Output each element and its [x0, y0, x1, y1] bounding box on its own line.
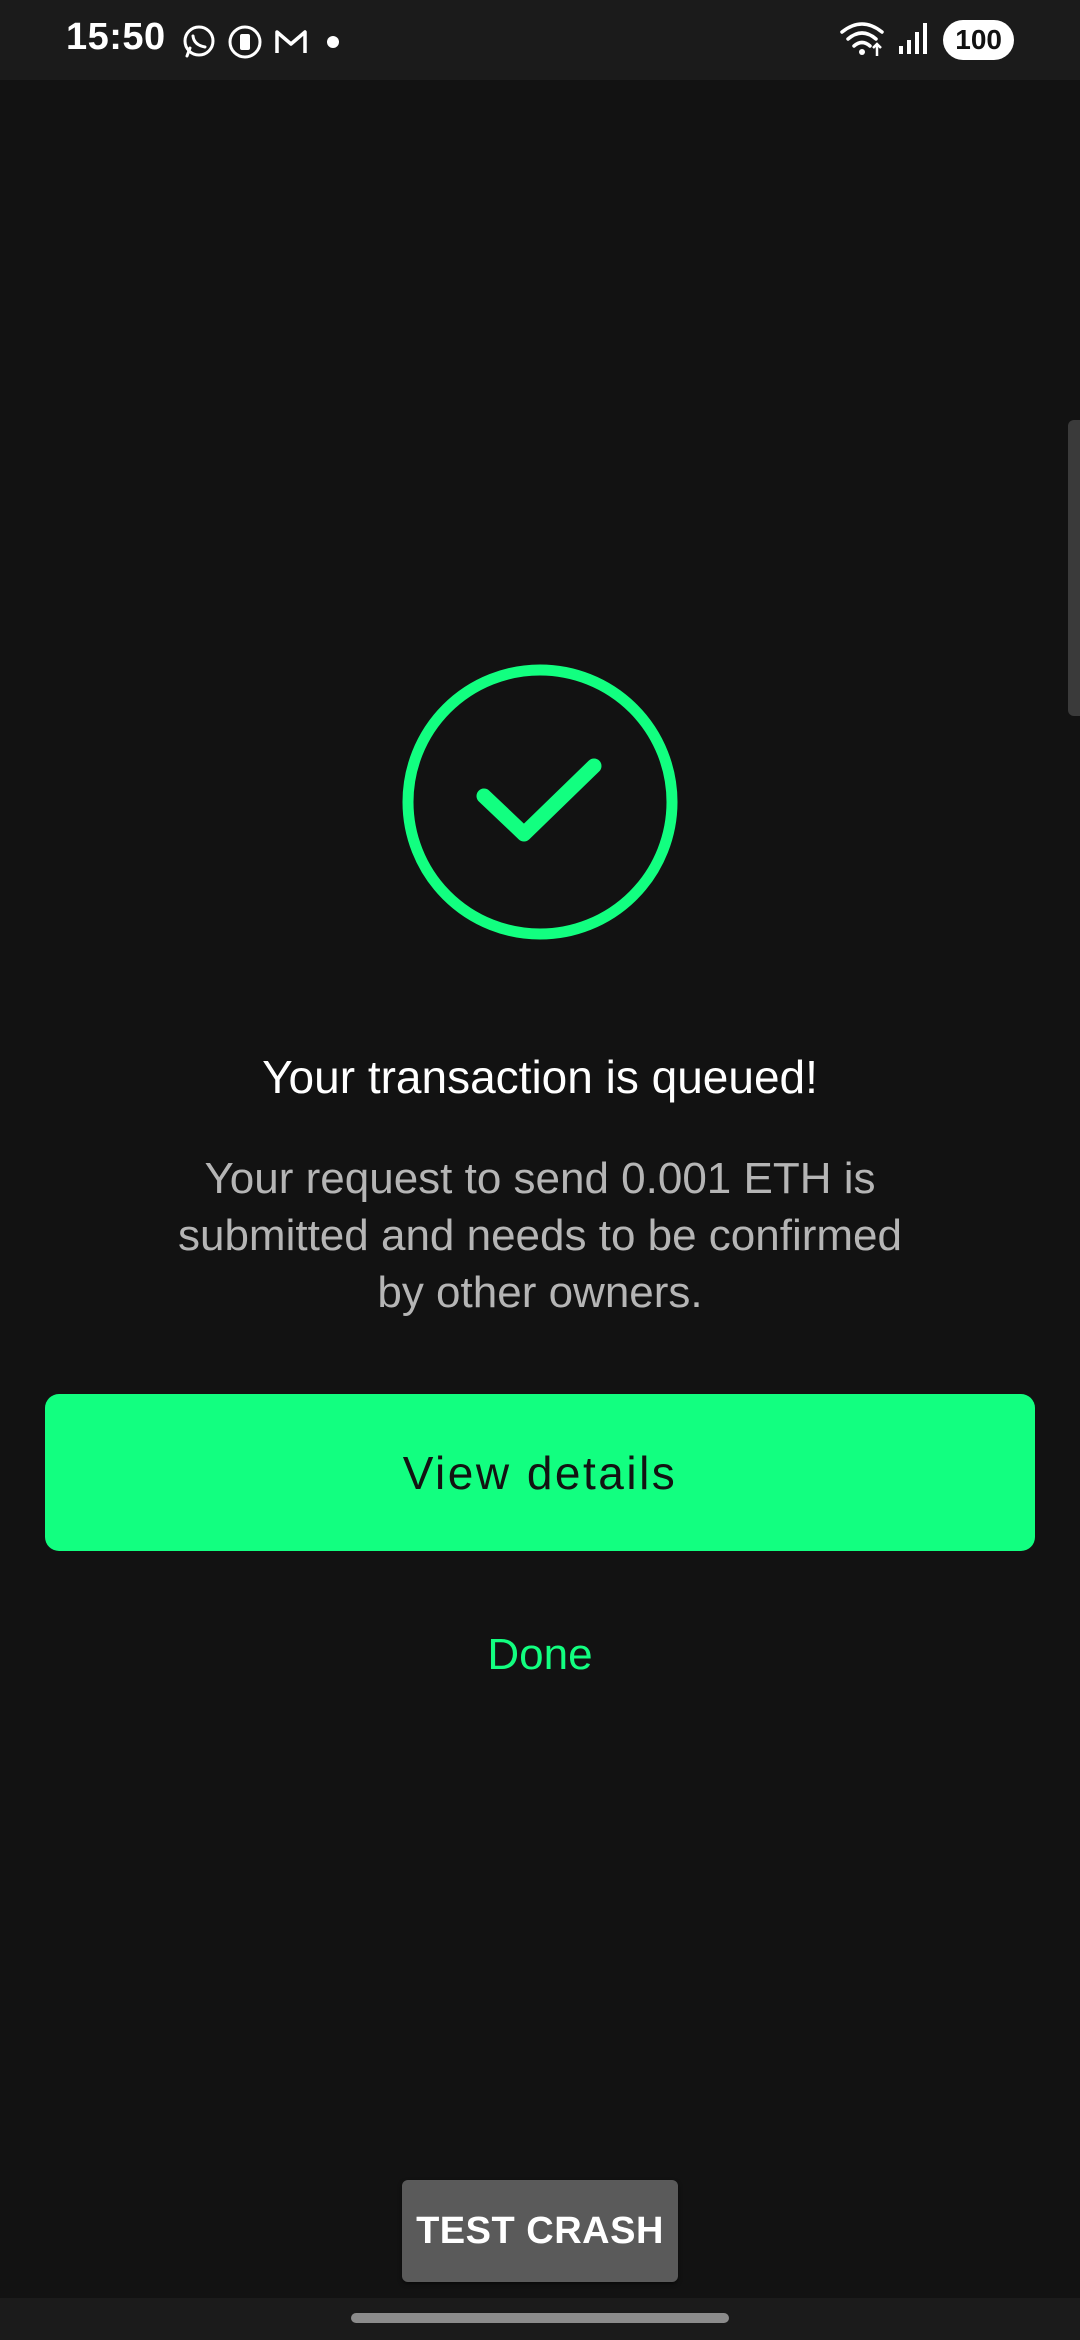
wifi-icon [839, 18, 885, 63]
success-title: Your transaction is queued! [262, 1051, 818, 1103]
navigation-bar [0, 2298, 1080, 2340]
battery-indicator: 100 [943, 20, 1014, 60]
scrollbar[interactable] [1068, 420, 1080, 716]
done-button[interactable]: Done [390, 1620, 690, 1690]
system-icons: 100 [839, 20, 1014, 60]
signal-icon [897, 20, 931, 61]
check-circle-icon [402, 664, 678, 940]
whatsapp-icon [180, 23, 218, 61]
success-message: Your request to send 0.001 ETH is submit… [177, 1154, 902, 1317]
status-time: 15:50 [66, 16, 166, 58]
gmail-icon [272, 23, 310, 61]
home-gesture-handle[interactable] [351, 2313, 729, 2323]
notification-icons [180, 22, 348, 62]
test-crash-button[interactable]: TEST CRASH [402, 2180, 678, 2282]
dot-icon [318, 23, 348, 61]
transaction-queued-screen: 15:50 100 Your transaction is queued! Yo… [0, 0, 1080, 2340]
app-notification-icon [226, 23, 264, 61]
view-details-button[interactable]: View details [45, 1394, 1035, 1551]
status-bar: 15:50 100 [0, 0, 1080, 80]
